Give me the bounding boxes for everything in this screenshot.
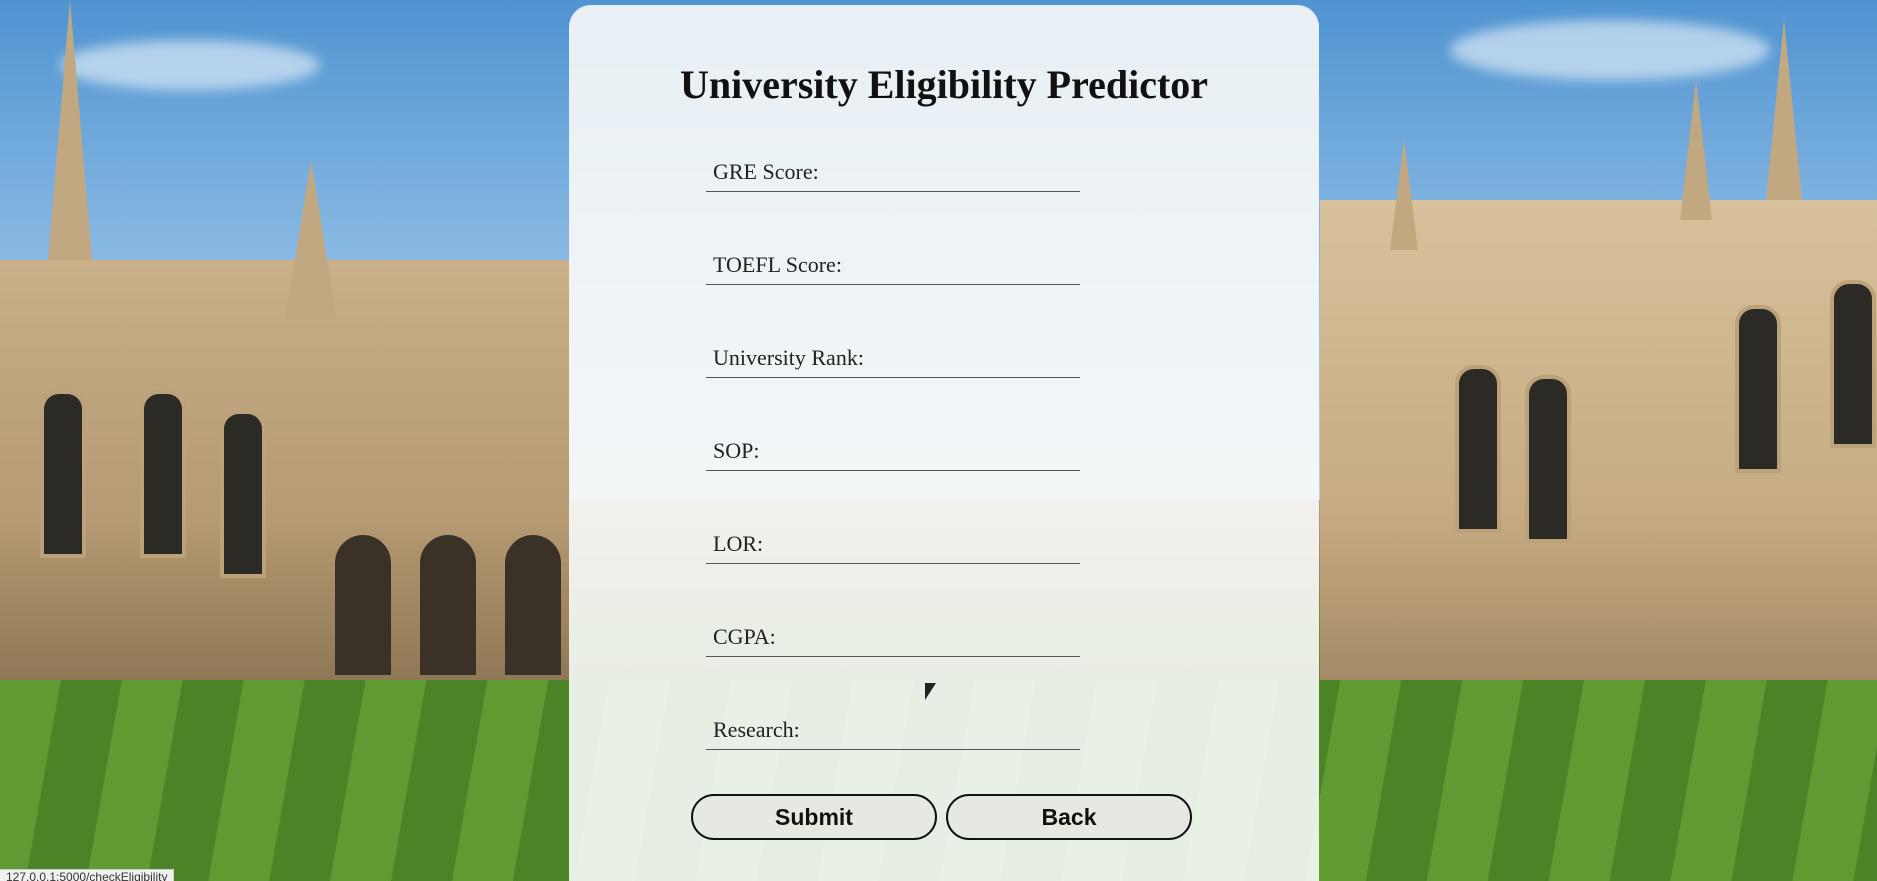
page-title: University Eligibility Predictor bbox=[679, 62, 1209, 107]
mouse-cursor-icon bbox=[925, 683, 936, 700]
university-rank-field[interactable]: University Rank: bbox=[706, 339, 1080, 378]
right-spire bbox=[1680, 80, 1712, 220]
right-spire bbox=[1766, 20, 1802, 200]
research-label: Research: bbox=[713, 717, 800, 742]
toefl-score-field[interactable]: TOEFL Score: bbox=[706, 246, 1080, 285]
window bbox=[1525, 375, 1571, 543]
toefl-score-label: TOEFL Score: bbox=[713, 252, 842, 277]
cgpa-label: CGPA: bbox=[713, 624, 776, 649]
browser-status-bar: 127.0.0.1:5000/checkEligibility bbox=[0, 869, 175, 881]
right-building bbox=[1320, 200, 1877, 720]
window bbox=[140, 390, 186, 558]
window bbox=[1735, 305, 1781, 473]
left-tower bbox=[285, 160, 337, 320]
research-field[interactable]: Research: bbox=[706, 711, 1080, 750]
arch bbox=[335, 535, 391, 675]
gre-score-label: GRE Score: bbox=[713, 159, 819, 184]
window bbox=[40, 390, 86, 558]
submit-button[interactable]: Submit bbox=[691, 794, 937, 840]
right-spire bbox=[1390, 140, 1418, 250]
sop-field[interactable]: SOP: bbox=[706, 432, 1080, 471]
lor-field[interactable]: LOR: bbox=[706, 525, 1080, 564]
back-button[interactable]: Back bbox=[946, 794, 1192, 840]
university-rank-label: University Rank: bbox=[713, 345, 864, 370]
window bbox=[220, 410, 266, 578]
lor-label: LOR: bbox=[713, 531, 764, 556]
cloud bbox=[1450, 20, 1770, 80]
arch bbox=[505, 535, 561, 675]
arch bbox=[420, 535, 476, 675]
cgpa-field[interactable]: CGPA: bbox=[706, 618, 1080, 657]
sop-label: SOP: bbox=[713, 438, 760, 463]
gre-score-field[interactable]: GRE Score: bbox=[706, 153, 1080, 192]
cloud bbox=[60, 40, 320, 90]
window bbox=[1830, 280, 1876, 448]
eligibility-form-card: University Eligibility Predictor GRE Sco… bbox=[569, 5, 1319, 881]
left-spire bbox=[48, 0, 92, 260]
window bbox=[1455, 365, 1501, 533]
